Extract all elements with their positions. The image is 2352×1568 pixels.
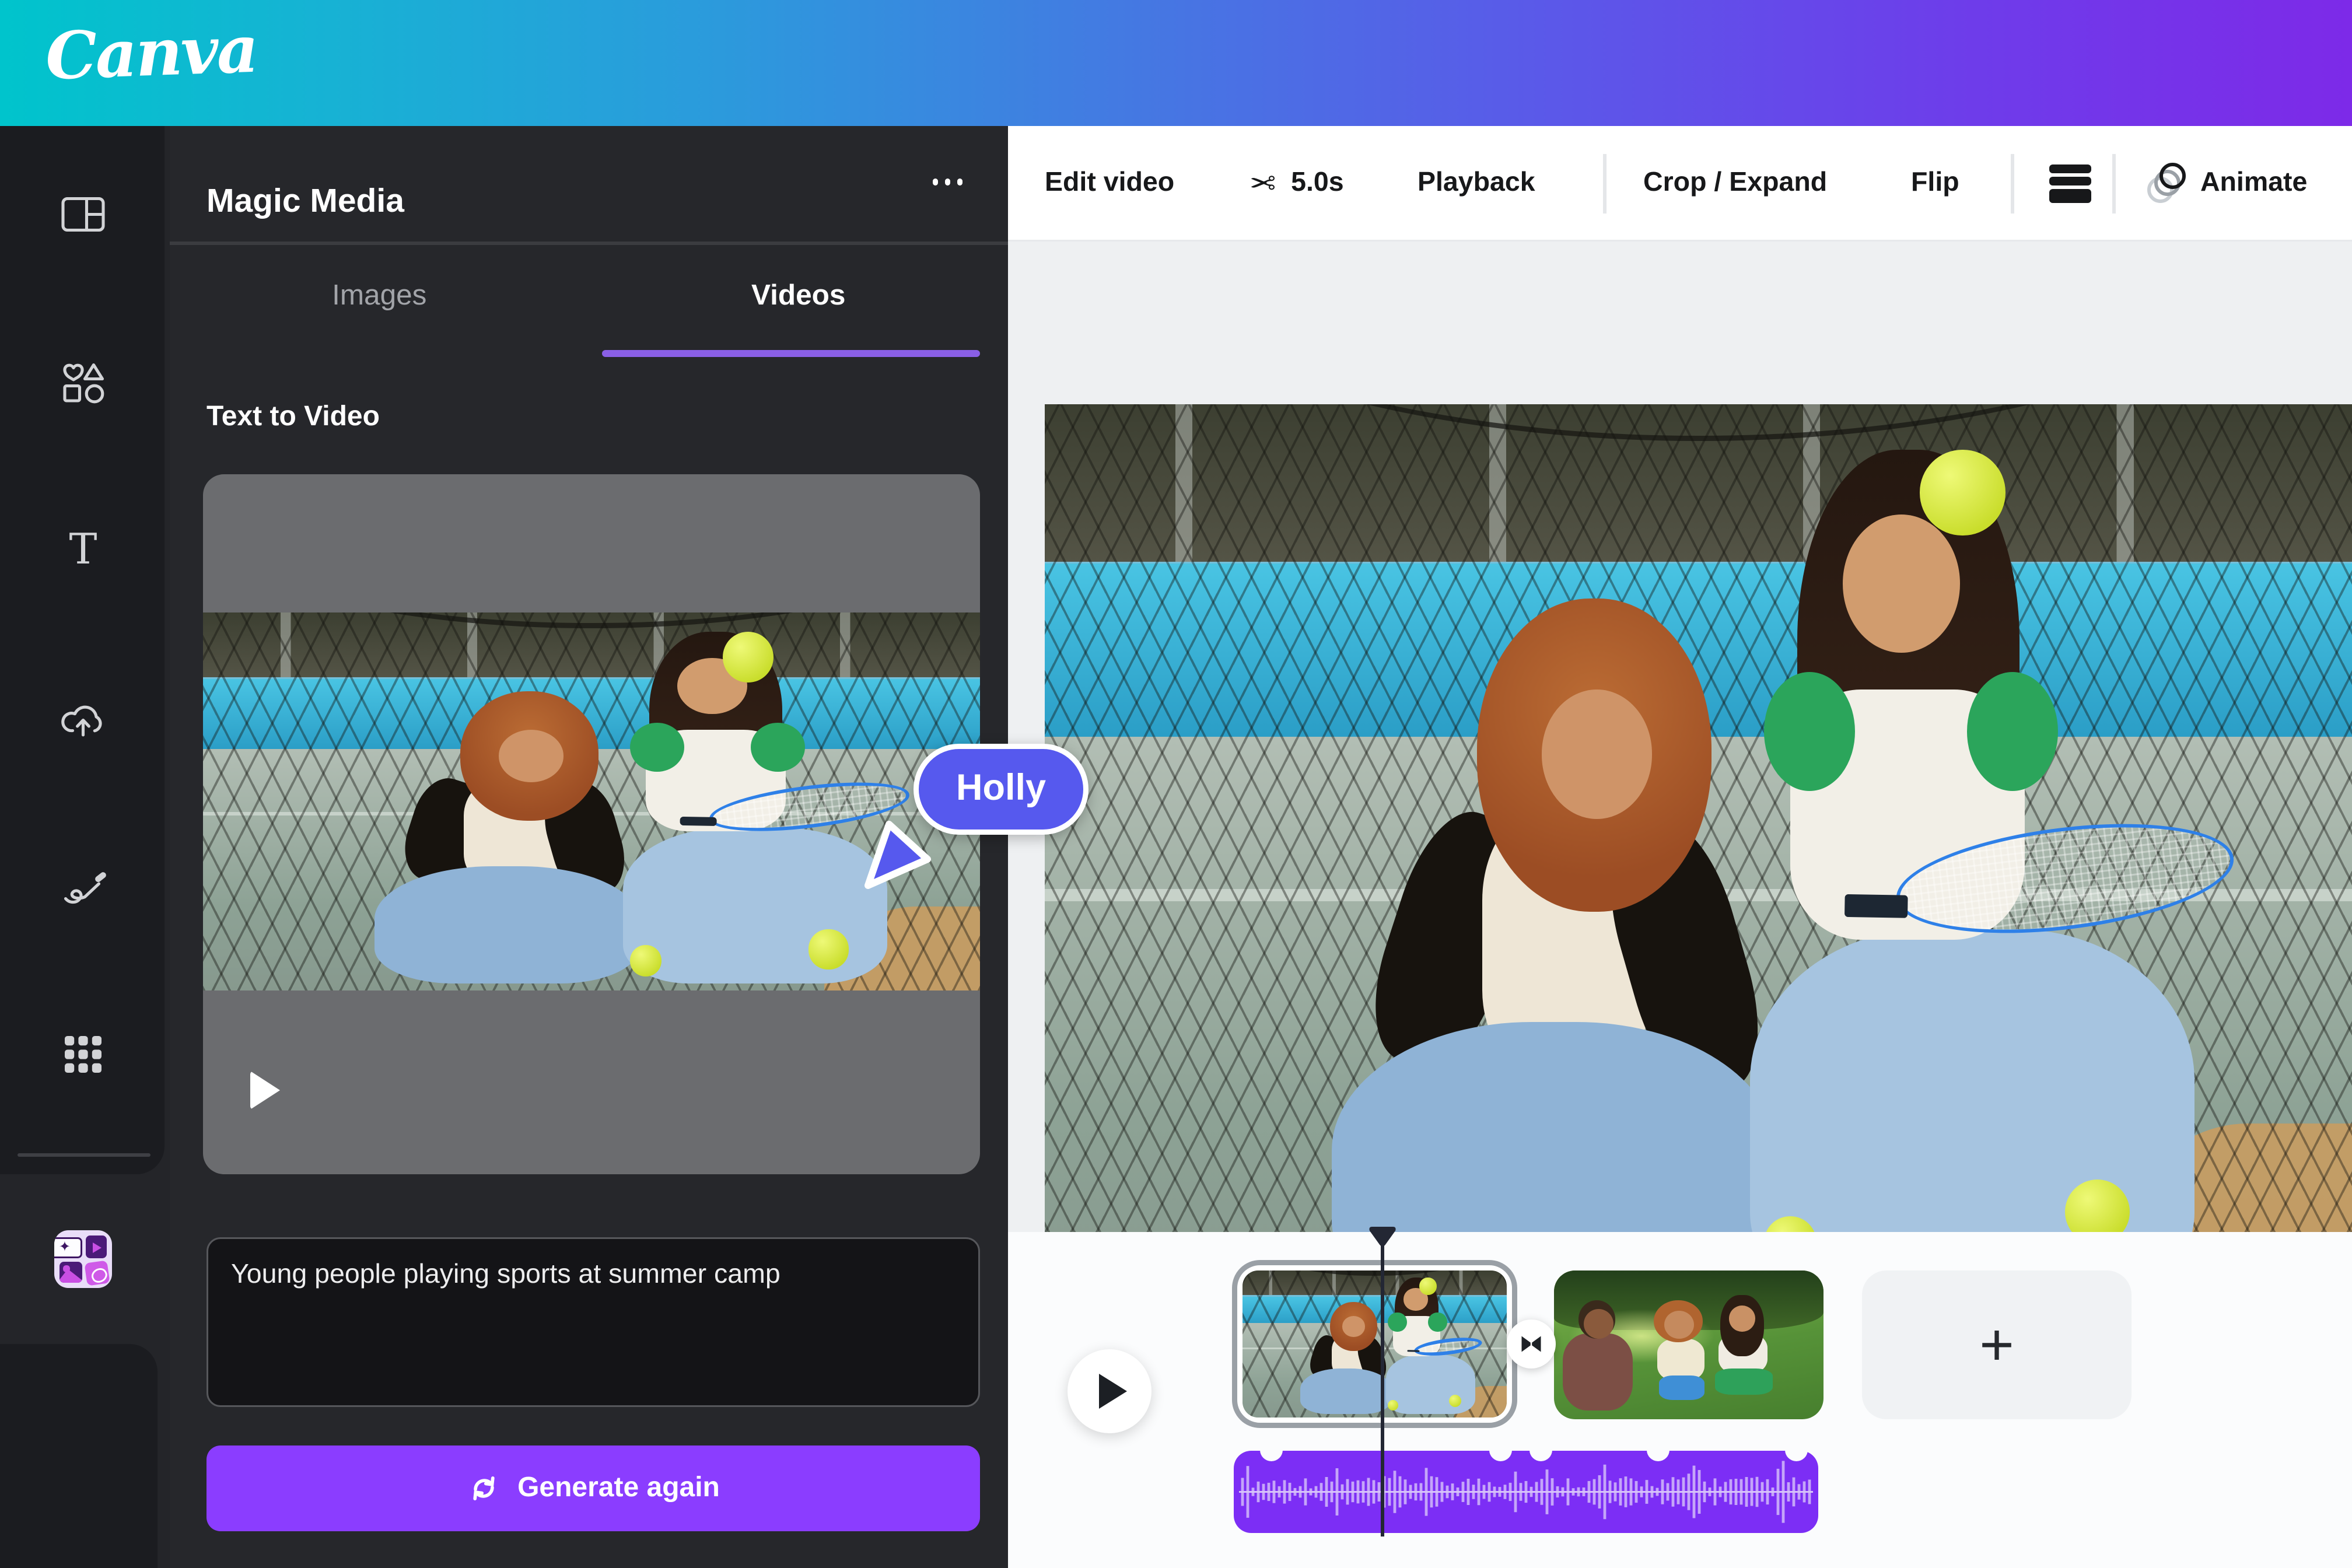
prompt-input-container: Young people playing sports at summer ca… bbox=[206, 1237, 980, 1407]
position-button[interactable] bbox=[2049, 126, 2091, 242]
crop-expand-button[interactable]: Crop / Expand bbox=[1643, 126, 1827, 242]
sidebar-item-elements[interactable] bbox=[0, 336, 164, 427]
active-tab-underline bbox=[602, 350, 980, 356]
tennis-court-video-still bbox=[1045, 404, 2352, 1326]
scissors-icon: ✂ bbox=[1250, 165, 1276, 201]
generated-video-thumbnail bbox=[203, 612, 980, 991]
design-canvas bbox=[1008, 242, 2352, 1326]
panel-title: Magic Media bbox=[206, 183, 404, 220]
planet-tile-icon bbox=[83, 1259, 110, 1286]
text-icon: T bbox=[68, 526, 96, 573]
selected-video-element[interactable] bbox=[1045, 404, 2352, 1326]
sidebar-bottom-panel bbox=[0, 1344, 158, 1568]
apps-grid-icon bbox=[64, 1035, 101, 1072]
toolbar-divider bbox=[1603, 154, 1606, 214]
magic-media-app-icon[interactable]: ✦ bbox=[54, 1230, 112, 1288]
transition-button[interactable] bbox=[1507, 1320, 1556, 1368]
ellipsis-icon[interactable] bbox=[925, 172, 970, 192]
editor-stage: Edit video ✂ 5.0s Playback Crop / Expand… bbox=[1008, 126, 2352, 1568]
sidebar-item-uploads[interactable] bbox=[0, 674, 164, 765]
magic-media-panel: Magic Media Images Videos Text to Video … bbox=[170, 126, 1008, 1568]
duration-value: 5.0s bbox=[1291, 168, 1344, 198]
play-icon[interactable] bbox=[250, 1071, 280, 1110]
sidebar-item-draw[interactable] bbox=[0, 840, 164, 931]
animate-label: Animate bbox=[2200, 168, 2308, 198]
sidebar-item-apps[interactable] bbox=[0, 1008, 164, 1099]
edit-video-button[interactable]: Edit video bbox=[1045, 126, 1174, 242]
svg-text:T: T bbox=[68, 526, 96, 573]
layout-grid-icon bbox=[60, 196, 104, 231]
sidebar-item-text[interactable]: T bbox=[0, 504, 164, 595]
playback-button[interactable]: Playback bbox=[1418, 126, 1535, 242]
canva-video-editor: Canva T ✦ Magic Media Images Videos Text… bbox=[0, 0, 2352, 1568]
text-to-video-label: Text to Video bbox=[206, 402, 380, 432]
trim-duration-button[interactable]: ✂ 5.0s bbox=[1250, 126, 1344, 242]
prompt-input[interactable]: Young people playing sports at summer ca… bbox=[208, 1239, 978, 1405]
playhead-handle[interactable] bbox=[1368, 1225, 1396, 1256]
sidebar-rail-panel: T bbox=[0, 126, 164, 1174]
park-video-still bbox=[1554, 1270, 1824, 1419]
tennis-court-video-still bbox=[1242, 1270, 1507, 1418]
canva-logo[interactable]: Canva bbox=[44, 10, 258, 95]
app-header: Canva bbox=[0, 0, 2352, 126]
timeline-clip-selected[interactable] bbox=[1232, 1260, 1517, 1428]
timeline-play-button[interactable] bbox=[1068, 1349, 1152, 1433]
toolbar-divider bbox=[2112, 154, 2115, 214]
audio-waveform bbox=[1239, 1461, 1813, 1523]
regenerate-icon bbox=[473, 1476, 494, 1501]
tennis-court-video-still bbox=[203, 612, 980, 991]
animate-button[interactable]: Animate bbox=[2146, 126, 2307, 242]
audio-track[interactable] bbox=[1234, 1438, 1818, 1533]
image-tile-icon bbox=[60, 1262, 82, 1283]
rail-divider bbox=[18, 1153, 150, 1157]
video-tile-icon bbox=[86, 1236, 107, 1258]
sidebar-item-design[interactable] bbox=[0, 168, 164, 259]
add-clip-button[interactable]: + bbox=[1862, 1270, 2132, 1419]
timeline-clip[interactable] bbox=[1554, 1270, 1824, 1419]
clip-thumbnail bbox=[1242, 1270, 1507, 1418]
shapes-icon bbox=[62, 362, 103, 402]
panel-tabs: Images Videos bbox=[170, 242, 1008, 350]
tab-videos[interactable]: Videos bbox=[589, 242, 1009, 350]
generated-video-card[interactable] bbox=[203, 474, 980, 1174]
toolbar-divider bbox=[2011, 154, 2014, 214]
generate-again-button[interactable]: Generate again bbox=[206, 1446, 980, 1531]
sidebar-rail: T ✦ bbox=[0, 126, 170, 1568]
sparkle-tile-icon: ✦ bbox=[54, 1237, 82, 1258]
draw-icon bbox=[63, 871, 106, 903]
generate-again-label: Generate again bbox=[517, 1472, 720, 1503]
transition-bowtie-icon bbox=[1521, 1336, 1541, 1352]
animate-motion-icon bbox=[2146, 160, 2193, 208]
position-layers-icon bbox=[2049, 164, 2091, 203]
timeline: + bbox=[1008, 1227, 2352, 1568]
context-toolbar: Edit video ✂ 5.0s Playback Crop / Expand… bbox=[1008, 126, 2352, 242]
playhead-line[interactable] bbox=[1381, 1228, 1384, 1536]
upload-cloud-icon bbox=[60, 705, 102, 736]
flip-button[interactable]: Flip bbox=[1911, 126, 1959, 242]
tab-images[interactable]: Images bbox=[170, 242, 589, 350]
